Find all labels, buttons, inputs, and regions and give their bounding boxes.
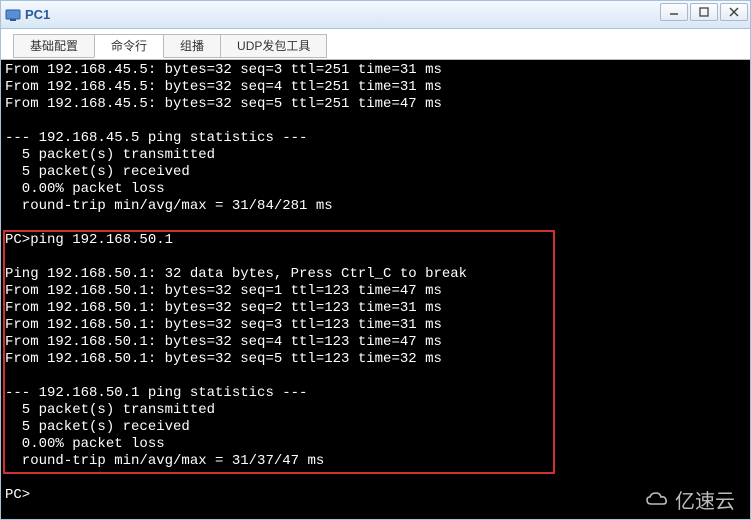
terminal-line: From 192.168.50.1: bytes=32 seq=1 ttl=12… <box>5 283 746 300</box>
terminal-line: Ping 192.168.50.1: 32 data bytes, Press … <box>5 266 746 283</box>
maximize-button[interactable] <box>690 3 718 21</box>
terminal-line: 5 packet(s) transmitted <box>5 402 746 419</box>
terminal-line: PC> <box>5 487 746 504</box>
app-window: PC1 基础配置 命令行 组播 UDP发包工具 From 192.168.45.… <box>0 0 751 520</box>
terminal-line: From 192.168.50.1: bytes=32 seq=4 ttl=12… <box>5 334 746 351</box>
watermark-text: 亿速云 <box>675 485 735 514</box>
window-controls <box>660 3 748 21</box>
terminal-line: --- 192.168.45.5 ping statistics --- <box>5 130 746 147</box>
terminal-line <box>5 368 746 385</box>
terminal-line: 5 packet(s) received <box>5 419 746 436</box>
tab-multicast[interactable]: 组播 <box>163 34 221 58</box>
terminal-line: From 192.168.50.1: bytes=32 seq=3 ttl=12… <box>5 317 746 334</box>
watermark: 亿速云 <box>643 485 735 514</box>
terminal-line: round-trip min/avg/max = 31/37/47 ms <box>5 453 746 470</box>
terminal-line: round-trip min/avg/max = 31/84/281 ms <box>5 198 746 215</box>
terminal-line: 0.00% packet loss <box>5 181 746 198</box>
tab-command-line[interactable]: 命令行 <box>94 34 164 58</box>
terminal-line: 0.00% packet loss <box>5 436 746 453</box>
tab-bar: 基础配置 命令行 组播 UDP发包工具 <box>1 29 750 59</box>
terminal-line <box>5 470 746 487</box>
tab-basic-config[interactable]: 基础配置 <box>13 34 95 58</box>
terminal-line: From 192.168.45.5: bytes=32 seq=3 ttl=25… <box>5 62 746 79</box>
terminal-line: --- 192.168.50.1 ping statistics --- <box>5 385 746 402</box>
terminal-line: 5 packet(s) received <box>5 164 746 181</box>
terminal-line: 5 packet(s) transmitted <box>5 147 746 164</box>
terminal-line: From 192.168.50.1: bytes=32 seq=5 ttl=12… <box>5 351 746 368</box>
app-icon <box>5 7 21 23</box>
titlebar[interactable]: PC1 <box>1 1 750 29</box>
terminal-line: From 192.168.45.5: bytes=32 seq=4 ttl=25… <box>5 79 746 96</box>
terminal-output[interactable]: From 192.168.45.5: bytes=32 seq=3 ttl=25… <box>1 59 750 519</box>
close-button[interactable] <box>720 3 748 21</box>
terminal-line <box>5 215 746 232</box>
tab-udp-tool[interactable]: UDP发包工具 <box>220 34 327 58</box>
window-title: PC1 <box>25 7 50 22</box>
minimize-button[interactable] <box>660 3 688 21</box>
terminal-line <box>5 113 746 130</box>
terminal-line <box>5 249 746 266</box>
terminal-line: From 192.168.50.1: bytes=32 seq=2 ttl=12… <box>5 300 746 317</box>
terminal-line: From 192.168.45.5: bytes=32 seq=5 ttl=25… <box>5 96 746 113</box>
terminal-line: PC>ping 192.168.50.1 <box>5 232 746 249</box>
